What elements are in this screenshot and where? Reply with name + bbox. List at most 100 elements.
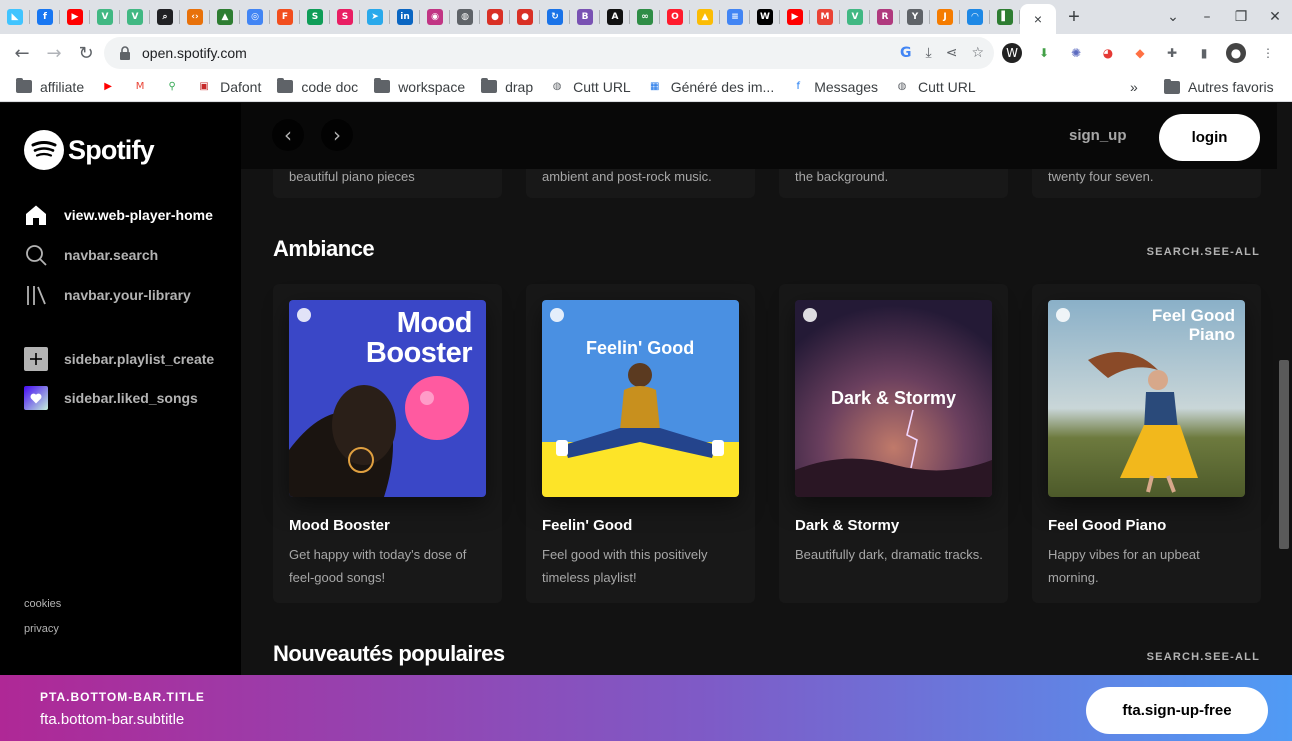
browser-tab[interactable]: Y <box>900 0 930 34</box>
browser-tab[interactable]: M <box>810 0 840 34</box>
restore-icon[interactable]: ❐ <box>1224 0 1258 34</box>
nav-search[interactable]: navbar.search <box>24 243 158 267</box>
browser-tab[interactable]: B <box>570 0 600 34</box>
browser-tab[interactable]: ▲ <box>210 0 240 34</box>
section-title[interactable]: Nouveautés populaires <box>273 641 505 667</box>
scrollbar[interactable] <box>1277 103 1292 675</box>
see-all-link[interactable]: SEARCH.SEE-ALL <box>1147 246 1260 258</box>
browser-tab[interactable]: F <box>270 0 300 34</box>
gear-extension-icon[interactable]: ✺ <box>1066 43 1086 63</box>
bookmarks-overflow-button[interactable]: » <box>1130 72 1138 102</box>
share-icon[interactable]: ⋖ <box>946 45 958 61</box>
browser-tab[interactable]: S <box>300 0 330 34</box>
spotify-logo[interactable]: Spotify <box>24 130 155 170</box>
bookmark-item[interactable]: ◍ Cutt URL <box>894 72 976 102</box>
forward-button[interactable]: → <box>38 37 70 69</box>
browser-tab[interactable]: ➤ <box>360 0 390 34</box>
install-app-icon[interactable]: ⤓ <box>926 45 932 61</box>
browser-tab[interactable]: O <box>660 0 690 34</box>
browser-tab[interactable]: S <box>330 0 360 34</box>
section-title[interactable]: Ambiance <box>273 236 375 262</box>
bookmark-item[interactable]: ▦ Généré des im... <box>647 72 774 102</box>
previous-card[interactable]: the background. <box>779 169 1008 198</box>
playlist-card[interactable]: Feel Good Piano Feel Good Piano Happy vi… <box>1032 284 1261 603</box>
create-playlist-button[interactable]: sidebar.playlist_create <box>24 347 214 371</box>
browser-menu-icon[interactable]: ⋮ <box>1258 43 1278 63</box>
liked-songs-button[interactable]: sidebar.liked_songs <box>24 386 198 410</box>
browser-tab[interactable]: ≡ <box>720 0 750 34</box>
google-translate-icon[interactable]: G <box>900 45 912 61</box>
signup-button[interactable]: sign_up <box>1069 127 1127 144</box>
nav-library[interactable]: navbar.your-library <box>24 283 191 307</box>
wordpress-extension-icon[interactable]: W <box>1002 43 1022 63</box>
minimize-icon[interactable]: – <box>1190 0 1224 34</box>
go-forward-button[interactable]: › <box>321 119 353 151</box>
bookmark-item[interactable]: f Messages <box>790 72 878 102</box>
browser-tab[interactable]: in <box>390 0 420 34</box>
other-bookmarks-folder[interactable]: Autres favoris <box>1164 72 1274 102</box>
close-tab-icon[interactable]: × <box>1034 11 1042 27</box>
nav-home[interactable]: view.web-player-home <box>24 203 213 227</box>
bookmark-star-icon[interactable]: ☆ <box>971 45 984 61</box>
download-extension-icon[interactable]: ⬇ <box>1034 43 1054 63</box>
privacy-link[interactable]: privacy <box>24 623 61 636</box>
browser-tab[interactable]: ▶ <box>60 0 90 34</box>
go-back-button[interactable]: ‹ <box>272 119 304 151</box>
bookmark-item[interactable]: workspace <box>374 72 465 102</box>
browser-tab[interactable]: W <box>750 0 780 34</box>
browser-tab[interactable]: ● <box>480 0 510 34</box>
tab-search-icon[interactable]: ⌄ <box>1156 0 1190 34</box>
browser-tab[interactable]: ▶ <box>780 0 810 34</box>
browser-tab[interactable]: V <box>90 0 120 34</box>
new-tab-button[interactable]: + <box>1056 0 1092 34</box>
previous-card[interactable]: beautiful piano pieces <box>273 169 502 198</box>
playlist-card[interactable]: Dark & Stormy Dark & Stormy Beautifully … <box>779 284 1008 603</box>
bookmark-item[interactable]: affiliate <box>16 72 84 102</box>
previous-card[interactable]: twenty four seven. <box>1032 169 1261 198</box>
close-window-icon[interactable]: ✕ <box>1258 0 1292 34</box>
browser-tab[interactable]: R <box>870 0 900 34</box>
profile-avatar-icon[interactable]: ● <box>1226 43 1246 63</box>
back-button[interactable]: ← <box>6 37 38 69</box>
browser-tab[interactable]: V <box>120 0 150 34</box>
browser-tab[interactable]: ◣ <box>0 0 30 34</box>
reload-button[interactable]: ↻ <box>70 37 102 69</box>
active-tab[interactable]: × <box>1020 4 1056 34</box>
scrollbar-thumb[interactable] <box>1279 360 1289 549</box>
lock-icon[interactable] <box>118 46 132 60</box>
bookmark-item[interactable]: drap <box>481 72 533 102</box>
browser-tab[interactable]: ↻ <box>540 0 570 34</box>
cookies-link[interactable]: cookies <box>24 598 61 611</box>
side-panel-icon[interactable]: ▮ <box>1194 43 1214 63</box>
gem-extension-icon[interactable]: ◆ <box>1130 43 1150 63</box>
browser-tab[interactable]: ◠ <box>960 0 990 34</box>
login-button[interactable]: login <box>1159 114 1260 161</box>
browser-tab[interactable]: ● <box>510 0 540 34</box>
browser-tab[interactable]: ▲ <box>690 0 720 34</box>
bookmark-item[interactable]: ▣ Dafont <box>196 72 261 102</box>
bookmark-item[interactable]: code doc <box>277 72 358 102</box>
bookmark-item[interactable]: ◍ Cutt URL <box>549 72 631 102</box>
bookmark-item[interactable]: M <box>132 72 156 102</box>
browser-tab[interactable]: ▌ <box>990 0 1020 34</box>
browser-tab[interactable]: ◎ <box>240 0 270 34</box>
url-text[interactable]: open.spotify.com <box>142 45 247 61</box>
browser-tab[interactable]: ◉ <box>420 0 450 34</box>
browser-tab[interactable]: f <box>30 0 60 34</box>
browser-tab[interactable]: J <box>930 0 960 34</box>
playlist-card[interactable]: Mood Booster Mood Booster Get happy with… <box>273 284 502 603</box>
playlist-card[interactable]: Feelin' Good Feelin' Good Feel good with… <box>526 284 755 603</box>
color-picker-extension-icon[interactable]: ◕ <box>1098 43 1118 63</box>
browser-tab[interactable]: A <box>600 0 630 34</box>
browser-tab[interactable]: ⌕ <box>150 0 180 34</box>
previous-card[interactable]: ambient and post-rock music. <box>526 169 755 198</box>
browser-tab[interactable]: ∞ <box>630 0 660 34</box>
address-bar[interactable]: open.spotify.com G ⤓ ⋖ ☆ <box>104 37 994 69</box>
bookmark-item[interactable]: ▶ <box>100 72 124 102</box>
browser-tab[interactable]: ◍ <box>450 0 480 34</box>
see-all-link[interactable]: SEARCH.SEE-ALL <box>1147 651 1260 663</box>
browser-tab[interactable]: ‹› <box>180 0 210 34</box>
bookmark-item[interactable]: ⚲ <box>164 72 188 102</box>
extensions-puzzle-icon[interactable]: ✚ <box>1162 43 1182 63</box>
browser-tab[interactable]: V <box>840 0 870 34</box>
